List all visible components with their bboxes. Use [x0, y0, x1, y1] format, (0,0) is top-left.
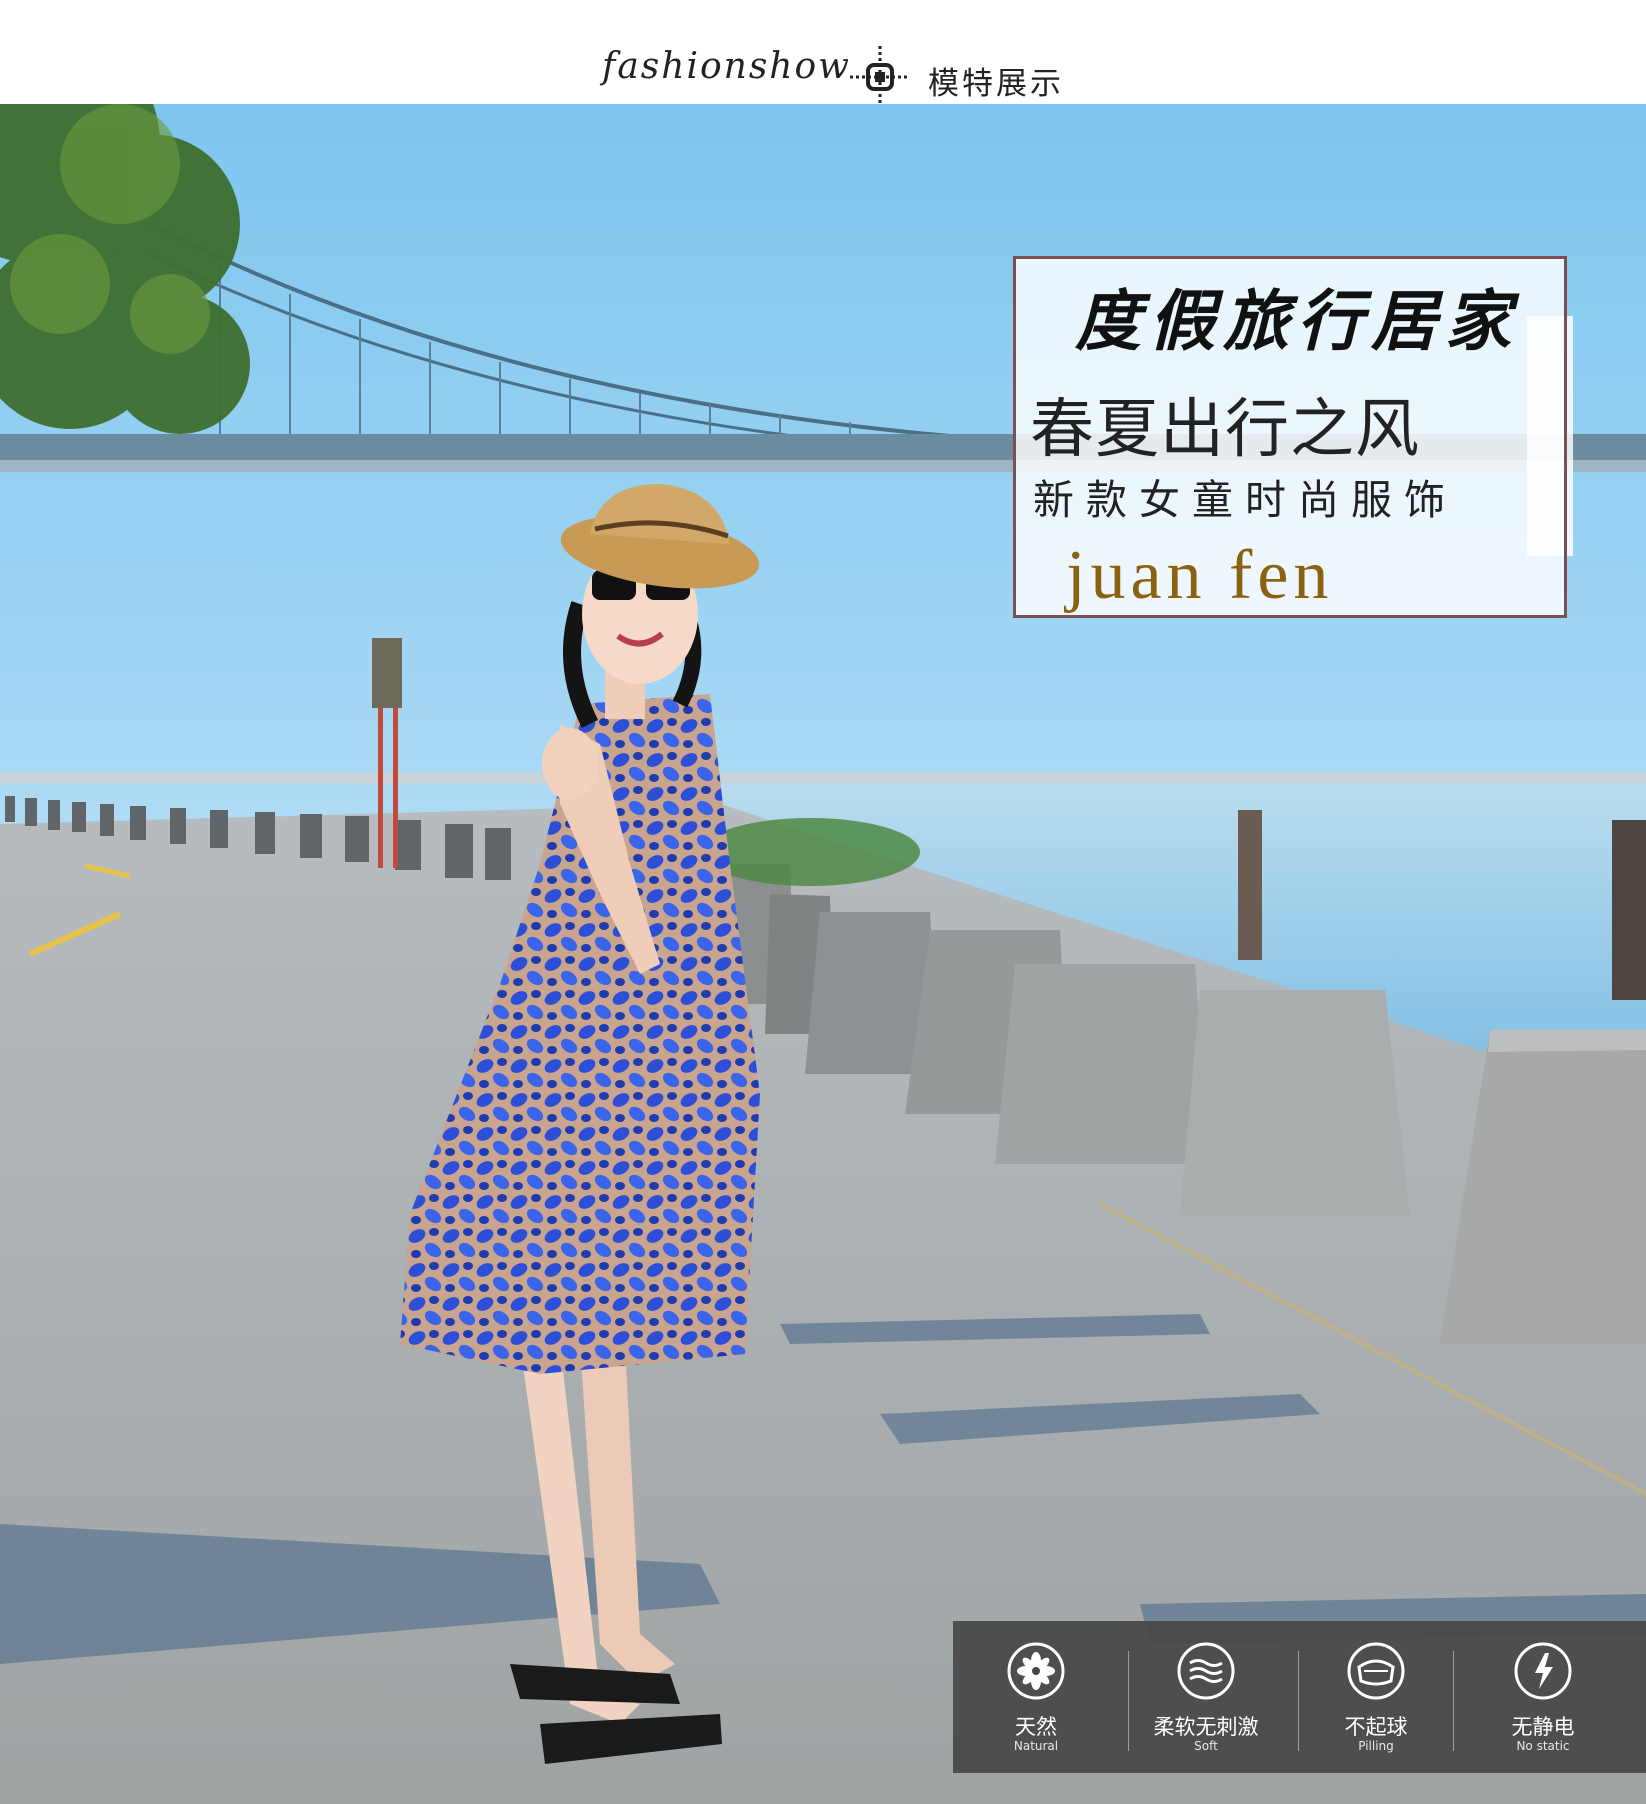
feature-no-static: 无静电 No static — [1468, 1621, 1618, 1773]
feature-soft: 柔软无刺激 Soft — [1131, 1621, 1281, 1773]
title-tagline: 新款女童时尚服饰 — [1033, 476, 1457, 524]
page-header: fashionshow 模特展示 — [0, 0, 1646, 108]
feature-label-en: Natural — [1013, 1739, 1059, 1753]
brand-name: juan fen — [1066, 537, 1334, 614]
feature-label-en: Pilling — [1358, 1739, 1394, 1753]
flower-icon — [1007, 1642, 1065, 1700]
pilling-icon — [1347, 1642, 1405, 1700]
feature-natural: 天然 Natural — [961, 1621, 1111, 1773]
feature-divider — [1128, 1651, 1129, 1751]
feature-divider — [1453, 1651, 1454, 1751]
wave-icon — [1177, 1642, 1235, 1700]
feature-label-cn: 柔软无刺激 — [1153, 1715, 1259, 1739]
feature-label-cn: 无静电 — [1511, 1715, 1575, 1739]
title-subheading: 春夏出行之风 — [1030, 393, 1420, 467]
header-chinese-text: 模特展示 — [928, 66, 1064, 102]
feature-label-en: Soft — [1194, 1739, 1218, 1753]
header-ornament-icon — [850, 46, 910, 108]
feature-pilling: 不起球 Pilling — [1301, 1621, 1451, 1773]
lightning-icon — [1514, 1642, 1572, 1700]
feature-bar: 天然 Natural 柔软无刺激 Soft 不起球 Pilling 无静电 No… — [953, 1621, 1646, 1773]
sign-board — [372, 638, 402, 708]
title-calligraphy: 度假旅行居家 — [1075, 282, 1519, 360]
feature-label-cn: 天然 — [1015, 1715, 1057, 1739]
feature-label-en: No static — [1516, 1739, 1570, 1753]
header-english-text: fashionshow — [602, 46, 851, 87]
feature-label-cn: 不起球 — [1344, 1715, 1408, 1739]
feature-divider — [1298, 1651, 1299, 1751]
